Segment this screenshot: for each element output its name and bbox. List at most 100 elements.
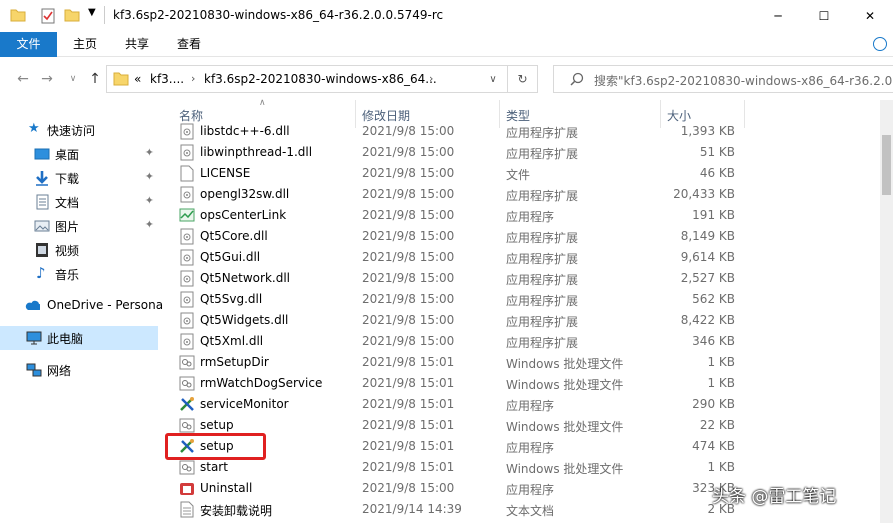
breadcrumb-current[interactable]: kf3.6sp2-20210830-windows-x86_64... (204, 72, 437, 86)
file-row[interactable]: Qt5Core.dll 2021/9/8 15:00 应用程序扩展 8,149 KB (160, 226, 880, 247)
nav-label: 桌面 (55, 148, 80, 162)
file-date: 2021/9/8 15:01 (362, 460, 455, 474)
address-row: ← → ∨ ↑ « kf3.... › kf3.6sp2-20210830-wi… (0, 58, 893, 100)
file-name: rmWatchDogService (200, 376, 323, 390)
address-bar[interactable]: « kf3.... › kf3.6sp2-20210830-windows-x8… (106, 65, 538, 93)
video-icon (36, 243, 48, 257)
file-row[interactable]: Qt5Widgets.dll 2021/9/8 15:00 应用程序扩展 8,422 … (160, 310, 880, 331)
computer-icon (26, 331, 42, 345)
dll-file-icon (179, 291, 195, 308)
file-row[interactable]: LICENSE 2021/9/8 15:00 文件 46 KB (160, 163, 880, 184)
file-row[interactable]: Qt5Xml.dll 2021/9/8 15:00 应用程序扩展 346 KB (160, 331, 880, 352)
file-row[interactable]: opengl32sw.dll 2021/9/8 15:00 应用程序扩展 20,433… (160, 184, 880, 205)
file-row[interactable]: libwinpthread-1.dll 2021/9/8 15:00 应用程序扩展 5… (160, 142, 880, 163)
dll-file-icon (179, 312, 195, 329)
new-folder-icon[interactable] (64, 8, 80, 22)
file-date: 2021/9/8 15:01 (362, 355, 455, 369)
nav-item-this-pc[interactable]: 此电脑 (0, 326, 158, 350)
nav-item-pictures[interactable]: 图片 ✦ (0, 214, 158, 238)
maximize-button[interactable]: ☐ (801, 0, 847, 32)
pin-icon[interactable]: ✦ (145, 170, 154, 183)
folder-icon (113, 72, 129, 86)
file-row[interactable]: Qt5Gui.dll 2021/9/8 15:00 应用程序扩展 9,614 KB (160, 247, 880, 268)
file-size: 9,614 KB (680, 250, 735, 264)
file-date: 2021/9/8 15:00 (362, 250, 455, 264)
file-name: LICENSE (200, 166, 251, 180)
tab-home[interactable]: 主页 (62, 32, 108, 57)
help-icon[interactable] (873, 37, 887, 51)
scrollbar-thumb[interactable] (882, 135, 891, 195)
dll-file-icon (179, 144, 195, 161)
nav-item-videos[interactable]: 视频 (0, 238, 158, 262)
file-row[interactable]: Qt5Svg.dll 2021/9/8 15:00 应用程序扩展 562 KB (160, 289, 880, 310)
file-name: opsCenterLink (200, 208, 287, 222)
file-row[interactable]: rmSetupDir 2021/9/8 15:01 Windows 批处理文件 1 K… (160, 352, 880, 373)
cloud-icon (25, 300, 40, 310)
back-arrow-icon[interactable]: ← (14, 69, 32, 89)
tab-view[interactable]: 查看 (166, 32, 212, 57)
file-date: 2021/9/8 15:00 (362, 481, 455, 495)
pin-icon[interactable]: ✦ (145, 146, 154, 159)
refresh-icon[interactable]: ↻ (507, 66, 537, 92)
file-row[interactable]: start 2021/9/8 15:01 Windows 批处理文件 1 KB (160, 457, 880, 478)
title-bar: ▼ kf3.6sp2-20210830-windows-x86_64-r36.2… (0, 0, 893, 32)
properties-icon[interactable] (40, 8, 56, 24)
address-dropdown-icon[interactable]: ∨ (485, 69, 501, 89)
dll-file-icon (179, 123, 195, 140)
file-type: Windows 批处理文件 (506, 420, 624, 434)
up-arrow-icon[interactable]: ↑ (86, 69, 104, 89)
file-date: 2021/9/8 15:01 (362, 439, 455, 453)
file-type: 应用程序扩展 (506, 294, 579, 308)
file-row[interactable]: libstdc++-6.dll 2021/9/8 15:00 应用程序扩展 1,393… (160, 121, 880, 142)
recent-locations-icon[interactable]: ∨ (64, 69, 82, 89)
search-box[interactable]: 搜索"kf3.6sp2-20210830-windows-x86_64-r36.… (553, 65, 893, 93)
file-name: setup (200, 418, 234, 432)
ribbon-tabs: 文件 主页 共享 查看 (0, 32, 893, 57)
file-row[interactable]: serviceMonitor 2021/9/8 15:01 应用程序 290 KB (160, 394, 880, 415)
forward-arrow-icon[interactable]: → (38, 69, 56, 89)
minimize-button[interactable]: ─ (755, 0, 801, 32)
bat-file-icon (179, 354, 195, 371)
file-row[interactable]: Qt5Network.dll 2021/9/8 15:00 应用程序扩展 2,527 … (160, 268, 880, 289)
file-type: 应用程序扩展 (506, 252, 579, 266)
breadcrumb-parent[interactable]: kf3.... (150, 72, 184, 86)
chevron-right-icon[interactable]: › (191, 72, 195, 85)
close-button[interactable]: ✕ (847, 0, 893, 32)
nav-label: OneDrive - Persona (47, 298, 164, 312)
file-name: Qt5Svg.dll (200, 292, 263, 306)
nav-item-desktop[interactable]: 桌面 ✦ (0, 142, 158, 166)
file-date: 2021/9/8 15:00 (362, 313, 455, 327)
download-icon (36, 171, 48, 186)
nav-item-documents[interactable]: 文档 ✦ (0, 190, 158, 214)
tab-file[interactable]: 文件 (0, 32, 57, 57)
tab-share[interactable]: 共享 (114, 32, 160, 57)
nav-item-onedrive[interactable]: OneDrive - Persona (0, 294, 163, 318)
file-name: libstdc++-6.dll (200, 124, 290, 138)
address-overflow[interactable]: « (134, 72, 141, 86)
nav-label: 网络 (47, 364, 72, 378)
vertical-scrollbar[interactable] (880, 100, 893, 523)
chevron-right-icon[interactable]: › (429, 72, 433, 85)
file-row[interactable]: setup 2021/9/8 15:01 应用程序 474 KB (160, 436, 880, 457)
quick-access-dropdown-icon[interactable]: ▼ (88, 7, 96, 18)
file-row[interactable]: rmWatchDogService 2021/9/8 15:01 Windows 批… (160, 373, 880, 394)
file-type: 应用程序扩展 (506, 189, 579, 203)
nav-label: 文档 (55, 196, 80, 210)
nav-item-quick-access[interactable]: ★ 快速访问 (0, 118, 158, 142)
watermark: 头条 @雷工笔记 (712, 487, 837, 507)
window-title: kf3.6sp2-20210830-windows-x86_64-r36.2.0… (113, 8, 444, 22)
file-type: 应用程序扩展 (506, 126, 579, 140)
file-date: 2021/9/8 15:01 (362, 418, 455, 432)
file-name: 安装卸载说明 (200, 504, 273, 518)
file-row[interactable]: setup 2021/9/8 15:01 Windows 批处理文件 22 KB (160, 415, 880, 436)
nav-item-music[interactable]: ♪ 音乐 (0, 262, 158, 286)
pin-icon[interactable]: ✦ (145, 218, 154, 231)
nav-label: 音乐 (55, 268, 80, 282)
file-row[interactable]: opsCenterLink 2021/9/8 15:00 应用程序 191 KB (160, 205, 880, 226)
nav-item-network[interactable]: 网络 (0, 358, 158, 382)
file-size: 20,433 KB (673, 187, 735, 201)
pin-icon[interactable]: ✦ (145, 194, 154, 207)
nav-item-downloads[interactable]: 下载 ✦ (0, 166, 158, 190)
music-icon: ♪ (36, 264, 46, 282)
file-size: 562 KB (692, 292, 735, 306)
